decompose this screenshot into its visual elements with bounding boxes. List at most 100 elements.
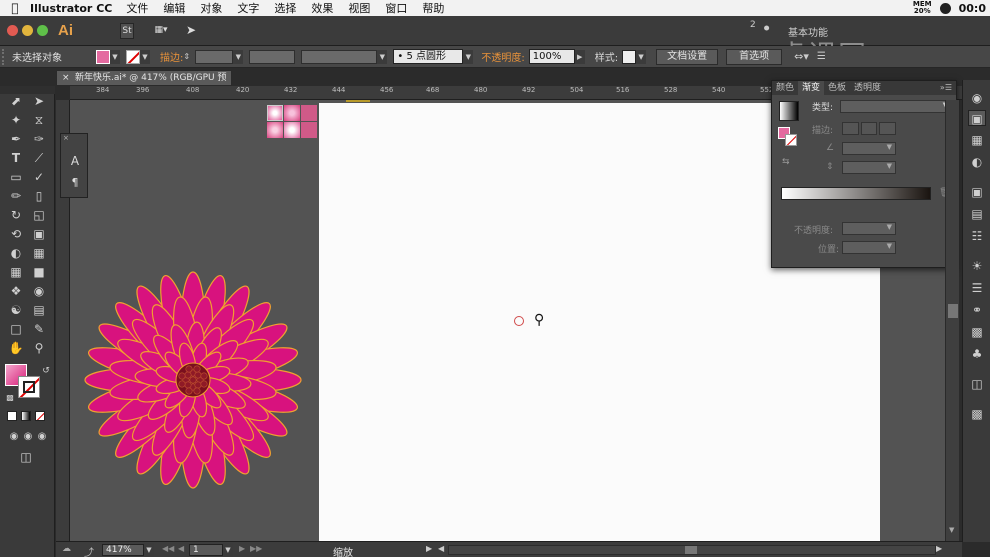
menu-type[interactable]: 文字	[237, 0, 259, 16]
free-transform-tool-icon[interactable]: ▣	[29, 225, 49, 243]
scroll-left-arrow[interactable]: ◀	[438, 544, 444, 553]
vertical-scrollbar[interactable]: ▼	[945, 100, 959, 541]
none-mode-icon[interactable]	[35, 411, 45, 421]
artboard-tool-icon[interactable]: □	[6, 320, 26, 338]
reverse-gradient-icon[interactable]: ⇆	[782, 157, 790, 167]
aspect-ratio-field[interactable]: ▼	[842, 161, 896, 174]
eyedropper-tool-icon[interactable]: ❖	[6, 282, 26, 300]
artboard-number-field[interactable]: 1	[189, 544, 223, 556]
swatch-tile[interactable]	[267, 105, 283, 121]
menu-view[interactable]: 视图	[348, 0, 370, 16]
panel-stroke-swatch[interactable]	[785, 134, 797, 146]
last-artboard-icon[interactable]: ▶▶	[250, 544, 262, 553]
flower-artwork[interactable]	[83, 270, 303, 490]
gradient-tool-icon[interactable]: ■	[29, 263, 49, 281]
zoom-level-dropdown[interactable]: ▼	[144, 543, 154, 557]
magic-wand-tool-icon[interactable]: ✦	[6, 111, 26, 129]
default-fill-stroke-icon[interactable]: ▩	[0, 389, 20, 407]
draw-inside-icon[interactable]: ◉	[32, 428, 52, 446]
variable-width-field[interactable]	[249, 49, 296, 64]
tab-color[interactable]: 颜色	[772, 81, 798, 95]
bell-icon[interactable]: ⚫	[762, 22, 771, 35]
symbol-sprayer-tool-icon[interactable]: ☯	[6, 301, 26, 319]
hand-tool-icon[interactable]: ✋	[6, 339, 26, 357]
pen-tool-icon[interactable]: ✒	[6, 130, 26, 148]
brush-definition-field[interactable]	[301, 49, 378, 64]
opacity-dropdown[interactable]: ▶	[574, 49, 585, 64]
tab-gradient[interactable]: 渐变	[798, 81, 825, 95]
control-panel-menu-icon[interactable]: ☰	[817, 51, 826, 62]
width-tool-icon[interactable]: ⟲	[6, 225, 26, 243]
libraries-icon[interactable]: ▩	[968, 406, 986, 422]
document-tab[interactable]: × 新年快乐.ai* @ 417% (RGB/GPU 预览)	[56, 70, 232, 97]
perspective-grid-tool-icon[interactable]: ▦	[29, 244, 49, 262]
gradient-panel-icon[interactable]: ▣	[968, 110, 986, 126]
blend-tool-icon[interactable]: ◉	[29, 282, 49, 300]
fill-dropdown[interactable]: ▼	[110, 49, 120, 64]
swatch-tile[interactable]	[301, 105, 317, 121]
brush-definition-dropdown[interactable]: ▼	[377, 49, 388, 64]
swatch-tile[interactable]	[284, 122, 300, 138]
stroke-dropdown[interactable]: ▼	[140, 49, 150, 64]
angle-field[interactable]: ▼	[842, 142, 896, 155]
color-mode-icon[interactable]	[7, 411, 17, 421]
lasso-tool-icon[interactable]: ⧖	[29, 111, 49, 129]
gradient-type-select[interactable]: ▼	[840, 100, 952, 113]
minimize-window-button[interactable]	[22, 25, 33, 36]
zoom-window-button[interactable]	[37, 25, 48, 36]
rotate-tool-icon[interactable]: ↻	[6, 206, 26, 224]
horizontal-scrollbar[interactable]	[448, 545, 936, 555]
stroke-weight-dropdown[interactable]: ▼	[233, 49, 244, 64]
apple-icon[interactable]: 	[0, 1, 30, 15]
close-tab-icon[interactable]: ×	[62, 71, 70, 85]
scroll-right-arrow[interactable]: ▶	[936, 544, 942, 553]
close-panel-icon[interactable]: ×	[63, 134, 85, 142]
scale-tool-icon[interactable]: ◱	[29, 206, 49, 224]
menu-effect[interactable]: 效果	[311, 0, 333, 16]
transform-icon[interactable]: ▣	[968, 184, 986, 200]
stroke-within-button[interactable]	[842, 122, 859, 135]
arrange-documents-icon[interactable]: ▦▾	[150, 23, 172, 39]
gradient-preview-swatch[interactable]	[779, 101, 799, 121]
brush-select[interactable]: • 5 点圆形	[393, 49, 464, 64]
horizontal-scroll-thumb[interactable]	[685, 546, 697, 554]
preferences-button[interactable]: 首选项	[726, 48, 783, 65]
circle-icon[interactable]	[939, 2, 951, 14]
slice-tool-icon[interactable]: ✎	[29, 320, 49, 338]
swatches-icon[interactable]: ▦	[968, 132, 986, 148]
eraser-tool-icon[interactable]: ▯	[29, 187, 49, 205]
next-artboard-icon[interactable]: ▶	[239, 544, 245, 553]
scroll-down-arrow[interactable]: ▼	[949, 526, 954, 534]
screen-mode-icon[interactable]: ◫	[16, 448, 36, 466]
artboards-icon[interactable]: ◫	[968, 376, 986, 392]
curvature-tool-icon[interactable]: ✑	[29, 130, 49, 148]
prev-artboard-icon[interactable]: ◀	[178, 544, 184, 553]
fill-swatch[interactable]	[96, 49, 110, 64]
menu-select[interactable]: 选择	[274, 0, 296, 16]
line-segment-tool-icon[interactable]: ⟋	[29, 149, 49, 167]
first-artboard-icon[interactable]: ◀◀	[162, 544, 174, 553]
character-icon[interactable]: A	[66, 154, 84, 170]
column-graph-tool-icon[interactable]: ▤	[29, 301, 49, 319]
opacity-label[interactable]: 不透明度:	[481, 49, 524, 64]
rectangle-tool-icon[interactable]: ▭	[6, 168, 26, 186]
menu-edit[interactable]: 编辑	[163, 0, 185, 16]
stroke-label[interactable]: 描边:	[160, 49, 183, 64]
zoom-tool-icon[interactable]: ⚲	[29, 339, 49, 357]
stop-opacity-field[interactable]: ▼	[842, 222, 896, 235]
gradient-slider[interactable]	[781, 187, 931, 200]
pathfinder-icon[interactable]: ☷	[968, 228, 986, 244]
graphic-style-swatch[interactable]	[622, 49, 637, 64]
align-options-icon[interactable]: ⇔▾	[794, 50, 809, 63]
vertical-scroll-thumb[interactable]	[948, 304, 958, 318]
stroke-weight-field[interactable]	[195, 49, 234, 64]
swatch-tile[interactable]	[267, 122, 283, 138]
document-setup-button[interactable]: 文档设置	[656, 48, 719, 65]
color-palette-icon[interactable]: ◉	[968, 90, 986, 106]
artboard-dropdown[interactable]: ▼	[223, 543, 233, 557]
shape-builder-tool-icon[interactable]: ◐	[6, 244, 26, 262]
app-menu[interactable]: Illustrator CC	[30, 2, 112, 15]
stroke-stepper[interactable]: ⇕	[183, 52, 193, 61]
swatch-tile[interactable]	[301, 122, 317, 138]
swap-fill-stroke-icon[interactable]: ↺	[36, 362, 56, 380]
